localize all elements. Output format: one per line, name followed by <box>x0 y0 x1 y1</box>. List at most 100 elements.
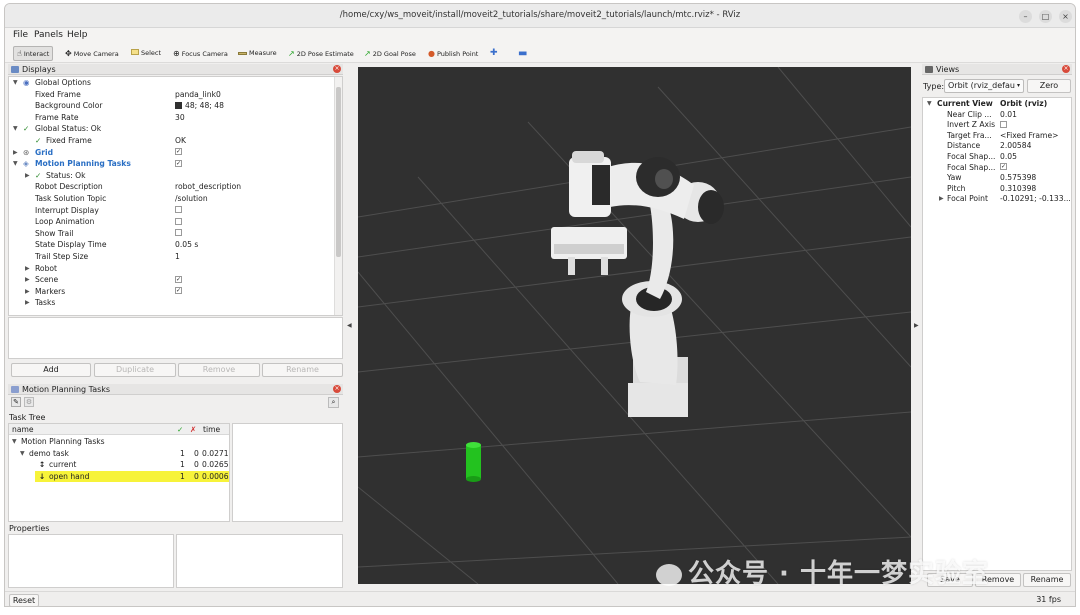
grid-checkbox[interactable]: ✓ <box>175 148 182 156</box>
tree-row-status-ok[interactable]: ▶ ✓ Status: Ok <box>9 170 342 182</box>
tool-measure[interactable]: Measure <box>235 46 280 61</box>
trail-checkbox[interactable] <box>175 229 182 237</box>
tool-move-camera[interactable]: ✥ Move Camera <box>62 46 122 61</box>
interrupt-checkbox[interactable] <box>175 206 182 214</box>
search-icon[interactable]: ⌕ <box>328 397 339 408</box>
focus-camera-icon: ⊕ <box>173 49 180 58</box>
task-row[interactable]: ↕ current 1 0 0.0265 <box>9 459 229 471</box>
task-row[interactable]: ▼ demo task 1 0 0.0271 <box>9 448 229 460</box>
view-type-label: Type: <box>923 82 945 91</box>
properties-detail[interactable] <box>176 534 343 588</box>
select-icon <box>131 49 139 55</box>
minimize-button[interactable]: – <box>1019 10 1032 23</box>
loop-checkbox[interactable] <box>175 217 182 225</box>
tree-row-markers[interactable]: ▶ Markers ✓ <box>9 286 342 298</box>
displays-description <box>8 317 343 359</box>
tree-row-fixed-frame[interactable]: Fixed Frame panda_link0 <box>9 89 342 101</box>
tree-row-background-color[interactable]: Background Color 48; 48; 48 <box>9 100 342 112</box>
gear-icon[interactable]: ⚙ <box>24 397 34 407</box>
rviz-window: /home/cxy/ws_moveit/install/moveit2_tuto… <box>4 3 1076 607</box>
plus-move-icon[interactable]: ✚ <box>487 46 501 61</box>
tree-row-interrupt-display[interactable]: Interrupt Display <box>9 205 342 217</box>
render-viewport[interactable] <box>358 67 911 584</box>
menu-help[interactable]: Help <box>67 30 88 40</box>
markers-checkbox[interactable]: ✓ <box>175 287 182 295</box>
down-arrow-icon: ↓ <box>39 471 46 481</box>
tool-interact[interactable]: ☝ Interact <box>13 46 54 61</box>
zero-button[interactable]: Zero <box>1027 79 1071 93</box>
status-bar: Reset 31 fps <box>5 591 1075 606</box>
close-icon[interactable]: × <box>333 65 341 73</box>
tree-row-tasks[interactable]: ▶ Tasks <box>9 297 342 309</box>
tree-row-status-fixed-frame[interactable]: ✓ Fixed Frame OK <box>9 135 342 147</box>
close-icon[interactable]: × <box>333 385 341 393</box>
minus-icon[interactable]: ▬ <box>515 46 530 61</box>
duplicate-display-button[interactable]: Duplicate <box>94 363 176 377</box>
menu-bar: File Panels Help <box>5 28 1075 43</box>
camera-icon <box>925 66 933 73</box>
tree-row-frame-rate[interactable]: Frame Rate 30 <box>9 112 342 124</box>
scrollbar-thumb[interactable] <box>336 87 341 257</box>
tree-row-robot-description[interactable]: Robot Description robot_description <box>9 181 342 193</box>
updown-arrow-icon: ↕ <box>39 460 46 469</box>
close-icon[interactable]: × <box>1062 65 1070 73</box>
task-row-selected[interactable]: ↓ open hand 1 0 0.0006 <box>35 470 229 483</box>
task-tree-label: Task Tree <box>9 413 46 422</box>
properties-view[interactable] <box>8 534 174 588</box>
chevron-down-icon: ▾ <box>1016 82 1020 89</box>
tree-row-show-trail[interactable]: Show Trail <box>9 228 342 240</box>
focal-shape-checkbox[interactable]: ✓ <box>1000 163 1007 171</box>
tree-row-loop-animation[interactable]: Loop Animation <box>9 216 342 228</box>
tool-publish-point[interactable]: ● Publish Point <box>425 46 481 61</box>
grid-icon: ⊛ <box>23 147 30 157</box>
task-tree[interactable]: name ✓ ✗ time ▼ Motion Planning Tasks ▼ de… <box>8 423 230 522</box>
green-arrow-icon: ↗ <box>288 49 295 58</box>
collapse-right-icon[interactable]: ▶ <box>914 322 919 329</box>
tree-row-global-status[interactable]: ▼ ✓ Global Status: Ok <box>9 123 342 135</box>
displays-header: Displays × <box>8 64 343 75</box>
view-type-select[interactable]: Orbit (rviz_defau ▾ <box>944 79 1024 93</box>
success-icon: ✓ <box>177 425 184 434</box>
tree-row-grid[interactable]: ▶ ⊛ Grid ✓ <box>9 147 342 159</box>
task-icon <box>11 386 19 393</box>
rename-display-button[interactable]: Rename <box>262 363 343 377</box>
views-tree[interactable]: ▼ Current View Orbit (rviz) Near Clip ... 0… <box>922 97 1072 571</box>
menu-file[interactable]: File <box>13 30 28 40</box>
measure-icon <box>238 52 247 55</box>
edit-icon[interactable]: ✎ <box>11 397 21 407</box>
tree-row-motion-planning-tasks[interactable]: ▼ ◈ Motion Planning Tasks ✓ <box>9 158 342 170</box>
tool-select[interactable]: Select <box>128 46 164 61</box>
add-display-button[interactable]: Add <box>11 363 91 377</box>
tool-focus-camera[interactable]: ⊕ Focus Camera <box>170 46 231 61</box>
properties-label: Properties <box>9 524 50 533</box>
task-tree-header: name ✓ ✗ time <box>9 424 229 435</box>
displays-scrollbar[interactable] <box>334 77 342 315</box>
task-detail-view[interactable] <box>232 423 343 522</box>
collapse-left-icon[interactable]: ◀ <box>347 322 352 329</box>
color-swatch <box>175 101 182 109</box>
scene-checkbox[interactable]: ✓ <box>175 275 182 283</box>
invert-z-checkbox[interactable] <box>1000 120 1007 128</box>
window-title: /home/cxy/ws_moveit/install/moveit2_tuto… <box>339 10 741 20</box>
tree-row-robot[interactable]: ▶ Robot <box>9 263 342 275</box>
task-row[interactable]: ▼ Motion Planning Tasks <box>9 436 229 448</box>
tree-row-global-options[interactable]: ▼ ◉ Global Options <box>9 77 342 89</box>
toolbar: ☝ Interact ✥ Move Camera Select ⊕ Focus Cam… <box>5 43 1075 63</box>
tree-row-scene[interactable]: ▶ Scene ✓ <box>9 274 342 286</box>
tree-row-trail-step-size[interactable]: Trail Step Size 1 <box>9 251 342 263</box>
tree-row-task-solution-topic[interactable]: Task Solution Topic/solution <box>9 193 342 205</box>
close-window-button[interactable]: × <box>1059 10 1072 23</box>
mpt-header: Motion Planning Tasks × <box>8 384 343 395</box>
reset-button[interactable]: Reset <box>9 594 39 606</box>
mpt-checkbox[interactable]: ✓ <box>175 159 182 167</box>
remove-display-button[interactable]: Remove <box>178 363 260 377</box>
view-prop-row[interactable]: ▶ Focal Point -0.10291; -0.133... <box>923 193 1071 205</box>
rename-view-button[interactable]: Rename <box>1023 573 1071 587</box>
watermark: 公众号 · 十年一梦实验室 <box>656 553 989 590</box>
tool-2d-goal-pose[interactable]: ↗ 2D Goal Pose <box>361 46 419 61</box>
menu-panels[interactable]: Panels <box>34 30 63 40</box>
displays-tree[interactable]: ▼ ◉ Global Options Fixed Frame panda_link0 … <box>8 76 343 316</box>
tool-2d-pose-estimate[interactable]: ↗ 2D Pose Estimate <box>285 46 357 61</box>
maximize-button[interactable]: □ <box>1039 10 1052 23</box>
tree-row-state-display-time[interactable]: State Display Time 0.05 s <box>9 239 342 251</box>
